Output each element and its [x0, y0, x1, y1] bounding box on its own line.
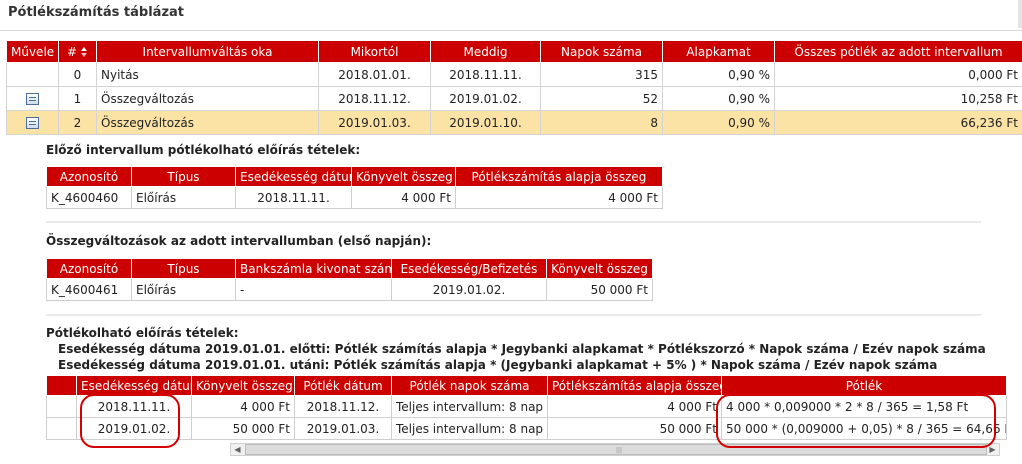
table-row-selected[interactable]: 2 Összegváltozás 2019.01.03. 2019.01.10.… — [6, 110, 1022, 135]
col-id: Azonosító — [46, 166, 132, 187]
row-reason: Összegváltozás — [96, 86, 319, 111]
col-type: Típus — [131, 166, 236, 187]
interval-table-header: Művele # Intervallumváltás oka Mikortól … — [6, 40, 1022, 63]
item-amount: 4 000 Ft — [351, 186, 456, 209]
col-type: Típus — [131, 258, 236, 279]
col-id: Azonosító — [46, 258, 132, 279]
prev-items-title: Előző intervallum pótlékolható előírás t… — [46, 143, 361, 157]
col-surcharge-date: Pótlék dátum — [294, 375, 392, 396]
divider — [46, 314, 981, 316]
col-base-amount: Pótlékszámítás alapja összeg — [547, 375, 722, 396]
col-reason[interactable]: Intervallumváltás oka — [96, 40, 319, 63]
surcharge-date: 2018.11.12. — [294, 395, 392, 418]
surcharge-days: Teljes intervallum: 8 nap — [391, 395, 548, 418]
item-id: K_4600460 — [46, 186, 132, 209]
col-surcharge-days: Pótlék napok száma — [391, 375, 548, 396]
annotation-ellipse-surcharge — [716, 394, 996, 448]
item-due-date: 2018.11.11. — [235, 186, 352, 209]
row-rate: 0,90 % — [662, 86, 775, 111]
col-due-date: Esedékesség dátum — [76, 375, 192, 396]
table-row: K_4600460 Előírás 2018.11.11. 4 000 Ft 4… — [46, 186, 663, 209]
row-total: 10,258 Ft — [774, 86, 1022, 111]
surcharge-date: 2019.01.03. — [294, 417, 392, 440]
change-type: Előírás — [131, 278, 236, 301]
change-id: K_4600461 — [46, 278, 132, 301]
row-total: 66,236 Ft — [774, 110, 1022, 135]
row-to: 2019.01.02. — [430, 86, 541, 111]
row-number: 0 — [58, 62, 97, 87]
surcharge-amount: 50 000 Ft — [191, 417, 295, 440]
row-reason: Összegváltozás — [96, 110, 319, 135]
page-title: Pótlékszámítás táblázat — [8, 5, 184, 20]
surcharge-base: 50 000 Ft — [547, 417, 722, 440]
changes-table: Azonosító Típus Bankszámla kivonat száma… — [46, 258, 653, 301]
change-amount: 50 000 Ft — [546, 278, 653, 301]
row-spacer — [46, 395, 77, 418]
col-booked-amount: Könyvelt összeg — [546, 258, 653, 279]
change-due: 2019.01.02. — [391, 278, 547, 301]
table-row: K_4600461 Előírás - 2019.01.02. 50 000 F… — [46, 278, 653, 301]
surcharge-base: 4 000 Ft — [547, 395, 722, 418]
col-days[interactable]: Napok száma — [540, 40, 663, 63]
formula-after: Esedékesség dátuma 2019.01.01. utáni: Pó… — [58, 358, 938, 372]
row-reason: Nyitás — [96, 62, 319, 87]
changes-title: Összegváltozások az adott intervallumban… — [46, 234, 432, 248]
col-to[interactable]: Meddig — [430, 40, 541, 63]
title-divider — [0, 30, 1022, 31]
col-total[interactable]: Összes pótlék az adott intervallum — [774, 40, 1022, 63]
prev-items-table: Azonosító Típus Esedékesség dátum Könyve… — [46, 166, 663, 209]
vertical-scrollbar-edge[interactable] — [1018, 0, 1022, 28]
interval-table: Művele # Intervallumváltás oka Mikortól … — [6, 40, 1022, 135]
row-days: 52 — [540, 86, 663, 111]
row-from: 2018.11.12. — [318, 86, 431, 111]
col-due-date: Esedékesség dátum — [235, 166, 352, 187]
col-from[interactable]: Mikortól — [318, 40, 431, 63]
row-action-cell — [6, 86, 59, 111]
row-total: 0,000 Ft — [774, 62, 1022, 87]
item-base: 4 000 Ft — [455, 186, 663, 209]
col-base-amount: Pótlékszámítás alapja összeg — [455, 166, 663, 187]
col-booked-amount: Könyvelt összeg — [191, 375, 295, 396]
col-rate[interactable]: Alapkamat — [662, 40, 775, 63]
change-statement: - — [235, 278, 392, 301]
row-days: 8 — [540, 110, 663, 135]
row-to: 2019.01.10. — [430, 110, 541, 135]
row-rate: 0,90 % — [662, 110, 775, 135]
row-to: 2018.11.11. — [430, 62, 541, 87]
row-action-cell — [6, 110, 59, 135]
col-surcharge: Pótlék — [721, 375, 1007, 396]
col-number-label: # — [67, 44, 78, 59]
sort-arrows-icon[interactable] — [80, 47, 88, 57]
col-due-payment: Esedékesség/Befizetés — [391, 258, 547, 279]
col-statement: Bankszámla kivonat száma — [235, 258, 392, 279]
document-list-icon[interactable] — [26, 117, 39, 129]
divider — [46, 221, 981, 223]
row-number: 2 — [58, 110, 97, 135]
surcharge-items-title: Pótlékolható előírás tételek: — [46, 326, 239, 340]
row-number: 1 — [58, 86, 97, 111]
row-rate: 0,90 % — [662, 62, 775, 87]
row-from: 2018.01.01. — [318, 62, 431, 87]
annotation-ellipse-due-dates — [80, 394, 180, 448]
col-action[interactable]: Művele — [6, 40, 59, 63]
formula-before: Esedékesség dátuma 2019.01.01. előtti: P… — [58, 342, 986, 356]
surcharge-amount: 4 000 Ft — [191, 395, 295, 418]
row-from: 2019.01.03. — [318, 110, 431, 135]
grip-icon: ||| — [616, 447, 623, 454]
col-spacer — [46, 375, 77, 396]
row-days: 315 — [540, 62, 663, 87]
row-spacer — [46, 417, 77, 440]
scroll-left-arrow-icon[interactable]: ◀ — [231, 444, 244, 455]
document-list-icon[interactable] — [26, 93, 39, 105]
surcharge-days: Teljes intervallum: 8 nap — [391, 417, 548, 440]
table-row[interactable]: 0 Nyitás 2018.01.01. 2018.11.11. 315 0,9… — [6, 62, 1022, 87]
row-action-cell — [6, 62, 59, 87]
table-row[interactable]: 1 Összegváltozás 2018.11.12. 2019.01.02.… — [6, 86, 1022, 111]
item-type: Előírás — [131, 186, 236, 209]
col-number[interactable]: # — [58, 40, 97, 63]
col-booked-amount: Könyvelt összeg — [351, 166, 456, 187]
